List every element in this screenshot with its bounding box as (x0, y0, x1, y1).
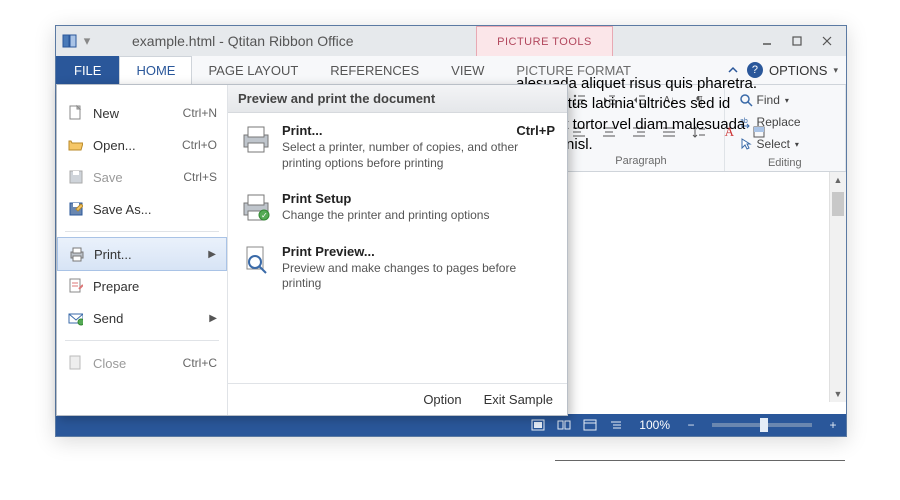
submenu-header: Preview and print the document (228, 85, 567, 113)
maximize-button[interactable] (784, 31, 810, 51)
scroll-up-button[interactable]: ▲ (830, 172, 846, 188)
zoom-level[interactable]: 100% (639, 418, 670, 432)
file-menu-open[interactable]: Open... Ctrl+O (57, 129, 227, 161)
file-submenu-panel: Preview and print the document Print...C… (228, 85, 567, 415)
view-outline-button[interactable] (607, 417, 625, 433)
prepare-icon (67, 278, 83, 294)
file-menu-option-button[interactable]: Option (423, 392, 461, 407)
close-button[interactable] (814, 31, 840, 51)
file-menu-save: Save Ctrl+S (57, 161, 227, 193)
zoom-out-button[interactable]: − (684, 418, 698, 432)
zoom-in-button[interactable]: + (826, 418, 840, 432)
file-menu-new[interactable]: New Ctrl+N (57, 97, 227, 129)
contextual-tools-label: PICTURE TOOLS (476, 26, 613, 57)
tab-home[interactable]: HOME (119, 56, 192, 85)
file-menu-save-as[interactable]: Save As... (57, 193, 227, 225)
file-menu-print[interactable]: Print... ▶ (57, 237, 227, 271)
minimize-button[interactable] (754, 31, 780, 51)
view-print-layout-button[interactable] (529, 417, 547, 433)
app-icon (62, 34, 78, 48)
window-title: example.html - Qtitan Ribbon Office (132, 33, 754, 49)
title-bar: ▾ example.html - Qtitan Ribbon Office PI… (56, 26, 846, 56)
close-doc-icon (67, 355, 83, 371)
save-icon (67, 169, 83, 185)
file-menu-close: Close Ctrl+C (57, 347, 227, 379)
group-label-paragraph: Paragraph (566, 155, 715, 167)
vertical-scrollbar[interactable]: ▲ ▼ (829, 172, 846, 402)
qat-customize-icon[interactable]: ▾ (82, 33, 92, 49)
save-as-icon (67, 201, 83, 217)
svg-text:✓: ✓ (261, 211, 268, 220)
new-icon (67, 105, 83, 121)
scroll-thumb[interactable] (832, 192, 844, 216)
printer-icon (240, 123, 272, 155)
group-label-editing: Editing (733, 157, 837, 169)
status-bar: 100% − + (56, 414, 846, 436)
tab-page-layout[interactable]: PAGE LAYOUT (192, 56, 314, 84)
file-menu-list: New Ctrl+N Open... Ctrl+O Save Ctrl+S Sa… (57, 85, 228, 415)
scroll-down-button[interactable]: ▼ (830, 386, 846, 402)
tab-file[interactable]: FILE (56, 56, 119, 84)
decorative-line (555, 460, 845, 461)
file-menu: New Ctrl+N Open... Ctrl+O Save Ctrl+S Sa… (56, 84, 568, 416)
options-dropdown-icon[interactable]: ▾ (833, 65, 838, 76)
send-icon (67, 310, 83, 326)
submenu-print-preview[interactable]: Print Preview... Preview and make change… (228, 234, 567, 302)
print-icon (68, 246, 84, 262)
submenu-arrow-icon: ▶ (209, 313, 217, 324)
file-menu-prepare[interactable]: Prepare (57, 270, 227, 302)
file-menu-send[interactable]: Send ▶ (57, 302, 227, 334)
tab-view[interactable]: VIEW (435, 56, 500, 84)
app-window: ▾ example.html - Qtitan Ribbon Office PI… (55, 25, 847, 437)
file-menu-exit-button[interactable]: Exit Sample (484, 392, 553, 407)
preview-icon (240, 244, 272, 276)
submenu-print-setup[interactable]: ✓ Print Setup Change the printer and pri… (228, 181, 567, 234)
zoom-slider[interactable] (712, 423, 812, 427)
view-reading-button[interactable] (555, 417, 573, 433)
submenu-arrow-icon: ▶ (208, 249, 216, 260)
open-icon (67, 137, 83, 153)
submenu-print[interactable]: Print...Ctrl+P Select a printer, number … (228, 113, 567, 181)
tab-references[interactable]: REFERENCES (314, 56, 435, 84)
zoom-slider-thumb[interactable] (760, 418, 768, 432)
printer-setup-icon: ✓ (240, 191, 272, 223)
view-web-button[interactable] (581, 417, 599, 433)
